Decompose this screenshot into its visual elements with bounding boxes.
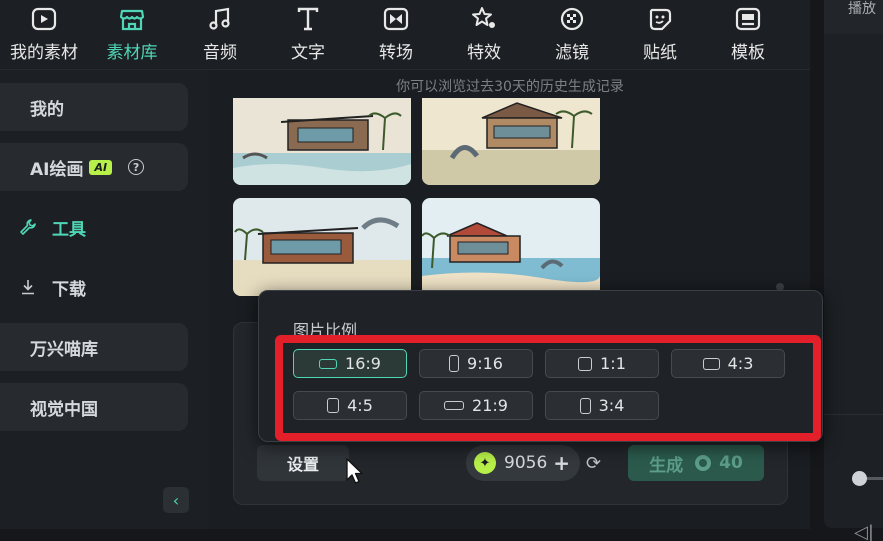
tool-label: 音频 <box>203 43 237 63</box>
tool-label: 模板 <box>731 43 765 63</box>
generate-label: 生成 <box>649 455 684 476</box>
sidebar-item-label: 下载 <box>52 279 86 300</box>
tool-label: 文字 <box>291 43 325 63</box>
history-hint: 你可以浏览过去30天的历史生成记录 <box>396 79 624 95</box>
sidebar-item-label: 视觉中国 <box>30 399 98 420</box>
sidebar-item-ai-painting[interactable]: AI绘画 AI ? <box>0 143 188 191</box>
tool-sticker[interactable]: 贴纸 <box>616 0 704 69</box>
sidebar-item-mine[interactable]: 我的 <box>0 83 188 131</box>
generate-button[interactable]: 生成 40 <box>628 445 764 481</box>
generated-image-thumbnail[interactable] <box>233 198 411 296</box>
divider <box>824 414 883 415</box>
tool-label: 滤镜 <box>555 43 589 63</box>
download-icon <box>18 278 38 296</box>
top-toolbar: 我的素材 素材库 音频 文字 转场 特效 滤镜 贴纸 模板 <box>0 0 810 70</box>
sidebar: 我的 AI绘画 AI ? 工具 下载 万兴喵库 视觉中国 ‹ <box>0 70 210 529</box>
tool-label: 我的素材 <box>10 43 78 63</box>
sidebar-item-label: 我的 <box>30 99 64 120</box>
player-panel: ◁| <box>824 34 883 541</box>
credits-balance[interactable]: ✦ 9056 + <box>466 445 580 481</box>
generated-image-thumbnail[interactable] <box>422 198 600 296</box>
sidebar-item-tools[interactable]: 工具 <box>0 203 188 251</box>
tool-filter[interactable]: 滤镜 <box>528 0 616 69</box>
tool-transition[interactable]: 转场 <box>352 0 440 69</box>
generated-image-thumbnail[interactable] <box>422 98 600 185</box>
tool-audio[interactable]: 音频 <box>176 0 264 69</box>
settings-button[interactable]: 设置 <box>257 445 349 481</box>
tool-my-media[interactable]: 我的素材 <box>0 0 88 69</box>
slider-handle[interactable] <box>852 471 867 486</box>
wrench-icon <box>18 218 38 236</box>
credit-cost-icon <box>695 455 712 471</box>
tool-effects[interactable]: 特效 <box>440 0 528 69</box>
music-note-icon <box>205 4 235 34</box>
refresh-icon[interactable]: ⟳ <box>586 453 601 474</box>
tool-stock-library[interactable]: 素材库 <box>88 0 176 69</box>
ai-badge: AI <box>89 159 113 175</box>
filter-icon <box>557 4 587 34</box>
transition-icon <box>381 4 411 34</box>
help-icon[interactable]: ? <box>128 159 145 175</box>
tool-template[interactable]: 模板 <box>704 0 792 69</box>
sticker-icon <box>645 4 675 34</box>
mouse-cursor-icon <box>346 458 363 484</box>
sidebar-item-visual-china[interactable]: 视觉中国 <box>0 383 188 431</box>
tool-label: 特效 <box>467 43 501 63</box>
credit-coin-icon: ✦ <box>474 452 496 474</box>
tool-label: 贴纸 <box>643 43 677 63</box>
sidebar-item-wondershare-library[interactable]: 万兴喵库 <box>0 323 188 371</box>
sidebar-item-label: 工具 <box>52 219 86 240</box>
tool-text[interactable]: 文字 <box>264 0 352 69</box>
store-icon <box>117 4 147 34</box>
sidebar-item-label: AI绘画 <box>30 159 84 180</box>
effects-icon <box>469 4 499 34</box>
tool-label: 素材库 <box>106 43 158 63</box>
add-credits-icon[interactable]: + <box>553 451 570 475</box>
annotation-highlight-box <box>275 335 821 441</box>
text-icon <box>293 4 323 34</box>
template-icon <box>733 4 763 34</box>
previous-frame-icon[interactable]: ◁| <box>854 522 874 541</box>
tool-label: 转场 <box>379 43 413 63</box>
my-media-icon <box>29 4 59 34</box>
app-window: 我的素材 素材库 音频 文字 转场 特效 滤镜 贴纸 模板 播放 ◁| 我的 A… <box>0 0 883 541</box>
generate-cost: 40 <box>719 453 743 473</box>
sidebar-item-download[interactable]: 下载 <box>0 263 188 311</box>
player-header: 播放 <box>824 0 883 34</box>
collapse-sidebar-button[interactable]: ‹ <box>163 487 189 513</box>
generated-image-thumbnail[interactable] <box>233 98 411 185</box>
credits-value: 9056 <box>504 453 548 473</box>
sidebar-item-label: 万兴喵库 <box>30 339 98 360</box>
